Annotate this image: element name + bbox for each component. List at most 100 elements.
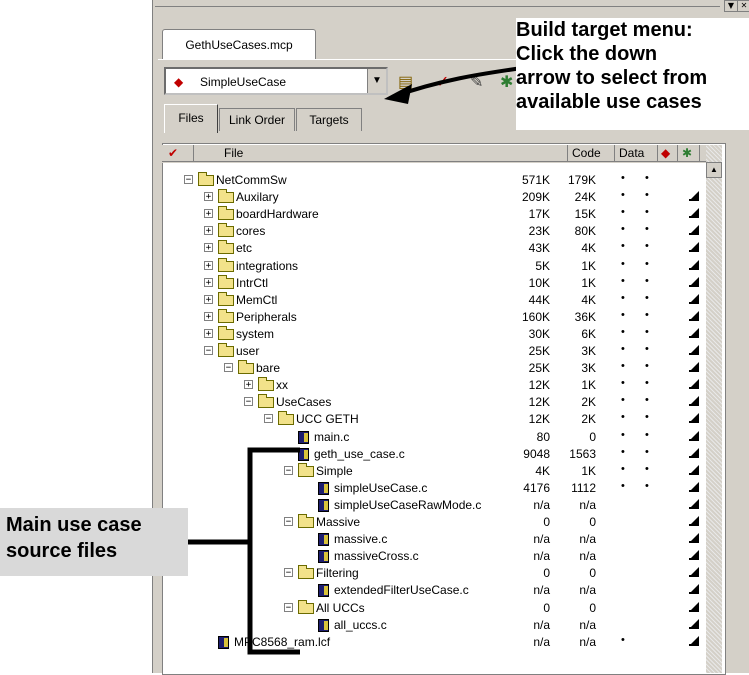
touch-icon[interactable]: [689, 567, 699, 578]
touch-icon[interactable]: [689, 430, 699, 441]
debug-flag[interactable]: •: [645, 223, 649, 235]
table-row[interactable]: simpleUseCase.c 4176 1112 • •: [162, 480, 707, 497]
table-row[interactable]: − Massive 0 0: [162, 514, 707, 531]
collapse-icon[interactable]: −: [244, 397, 253, 407]
touch-icon[interactable]: [689, 498, 699, 509]
expand-icon[interactable]: +: [204, 294, 213, 304]
table-row[interactable]: all_uccs.c n/a n/a: [162, 617, 707, 634]
expand-icon[interactable]: +: [204, 209, 213, 219]
target-flag[interactable]: •: [621, 411, 625, 423]
touch-icon[interactable]: [689, 618, 699, 629]
tab-targets[interactable]: Targets: [296, 108, 362, 131]
table-row[interactable]: − user 25K 3K • •: [162, 343, 707, 360]
target-flag[interactable]: •: [621, 480, 625, 492]
target-flag[interactable]: •: [621, 240, 625, 252]
table-row[interactable]: MPC8568_ram.lcf n/a n/a •: [162, 634, 707, 651]
debug-flag[interactable]: •: [645, 429, 649, 441]
table-row[interactable]: + Auxilary 209K 24K • •: [162, 189, 707, 206]
target-flag[interactable]: •: [621, 377, 625, 389]
debug-flag[interactable]: •: [645, 172, 649, 184]
touch-icon[interactable]: [689, 379, 699, 390]
touch-icon[interactable]: [689, 447, 699, 458]
touch-icon[interactable]: [689, 208, 699, 219]
check-icon[interactable]: ✓: [436, 72, 449, 92]
touch-icon[interactable]: [689, 533, 699, 544]
target-flag[interactable]: •: [621, 634, 625, 646]
target-flag[interactable]: •: [621, 446, 625, 458]
table-row[interactable]: + system 30K 6K • •: [162, 325, 707, 343]
target-flag[interactable]: •: [621, 223, 625, 235]
target-flag[interactable]: •: [621, 172, 625, 184]
table-row[interactable]: + integrations 5K 1K • •: [162, 257, 707, 275]
debug-flag[interactable]: •: [645, 309, 649, 321]
touch-icon[interactable]: [689, 413, 699, 424]
expand-icon[interactable]: +: [204, 226, 213, 236]
window-menu-button[interactable]: ▼: [724, 0, 738, 12]
target-flag[interactable]: •: [621, 326, 625, 338]
column-code[interactable]: Code: [568, 145, 615, 162]
collapse-icon[interactable]: −: [184, 175, 193, 185]
debug-flag[interactable]: •: [645, 411, 649, 423]
target-flag[interactable]: •: [621, 429, 625, 441]
column-file[interactable]: File: [194, 145, 568, 162]
table-row[interactable]: − All UCCs 0 0: [162, 599, 707, 617]
touch-icon[interactable]: [689, 276, 699, 287]
table-row[interactable]: simpleUseCaseRawMode.c n/a n/a: [162, 497, 707, 514]
collapse-icon[interactable]: −: [284, 517, 293, 527]
table-row[interactable]: − UCC GETH 12K 2K • •: [162, 411, 707, 428]
touch-icon[interactable]: [689, 396, 699, 407]
touch-icon[interactable]: [689, 191, 699, 202]
table-row[interactable]: − Filtering 0 0: [162, 565, 707, 582]
column-data[interactable]: Data: [615, 145, 658, 162]
expand-icon[interactable]: +: [244, 380, 253, 390]
target-flag[interactable]: •: [621, 309, 625, 321]
target-flag[interactable]: •: [621, 343, 625, 355]
touch-icon[interactable]: [689, 259, 699, 270]
debug-icon[interactable]: ✱: [500, 72, 513, 92]
collapse-icon[interactable]: −: [224, 363, 233, 373]
debug-flag[interactable]: •: [645, 240, 649, 252]
table-row[interactable]: − UseCases 12K 2K • •: [162, 394, 707, 411]
build-target-combo[interactable]: ◆ SimpleUseCase ▼: [164, 67, 388, 95]
settings-icon[interactable]: ▤: [398, 72, 413, 92]
project-file-tab[interactable]: GethUseCases.mcp: [162, 29, 316, 60]
column-target-icon[interactable]: ◆: [658, 145, 678, 162]
checkmark-column-icon[interactable]: ✔: [162, 145, 194, 162]
debug-flag[interactable]: •: [645, 463, 649, 475]
expand-icon[interactable]: +: [204, 243, 213, 253]
touch-icon[interactable]: [689, 345, 699, 355]
debug-flag[interactable]: •: [645, 326, 649, 338]
table-row[interactable]: massive.c n/a n/a: [162, 531, 707, 548]
debug-flag[interactable]: •: [645, 377, 649, 389]
tab-files[interactable]: Files: [164, 104, 218, 133]
debug-flag[interactable]: •: [645, 275, 649, 287]
touch-icon[interactable]: [689, 481, 699, 492]
debug-flag[interactable]: •: [645, 206, 649, 218]
touch-icon[interactable]: [689, 464, 699, 475]
touch-icon[interactable]: [689, 293, 699, 304]
target-flag[interactable]: •: [621, 189, 625, 201]
table-row[interactable]: − NetCommSw 571K 179K • •: [162, 172, 707, 189]
debug-flag[interactable]: •: [645, 343, 649, 355]
table-row[interactable]: main.c 80 0 • •: [162, 429, 707, 446]
target-flag[interactable]: •: [621, 360, 625, 372]
expand-icon[interactable]: +: [204, 192, 213, 202]
table-row[interactable]: − Simple 4K 1K • •: [162, 462, 707, 480]
touch-icon[interactable]: [689, 225, 699, 236]
column-debug-icon[interactable]: ✱: [678, 145, 700, 162]
target-flag[interactable]: •: [621, 206, 625, 218]
build-target-dropdown-arrow[interactable]: ▼: [367, 69, 386, 93]
collapse-icon[interactable]: −: [284, 568, 293, 578]
tab-link-order[interactable]: Link Order: [219, 108, 295, 131]
target-flag[interactable]: •: [621, 463, 625, 475]
debug-flag[interactable]: •: [645, 394, 649, 406]
table-row[interactable]: + boardHardware 17K 15K • •: [162, 206, 707, 223]
touch-icon[interactable]: [689, 635, 699, 646]
touch-icon[interactable]: [689, 516, 699, 526]
collapse-icon[interactable]: −: [204, 346, 213, 356]
table-row[interactable]: + IntrCtl 10K 1K • •: [162, 274, 707, 292]
debug-flag[interactable]: •: [645, 292, 649, 304]
table-row[interactable]: + xx 12K 1K • •: [162, 377, 707, 394]
debug-flag[interactable]: •: [645, 446, 649, 458]
target-flag[interactable]: •: [621, 394, 625, 406]
